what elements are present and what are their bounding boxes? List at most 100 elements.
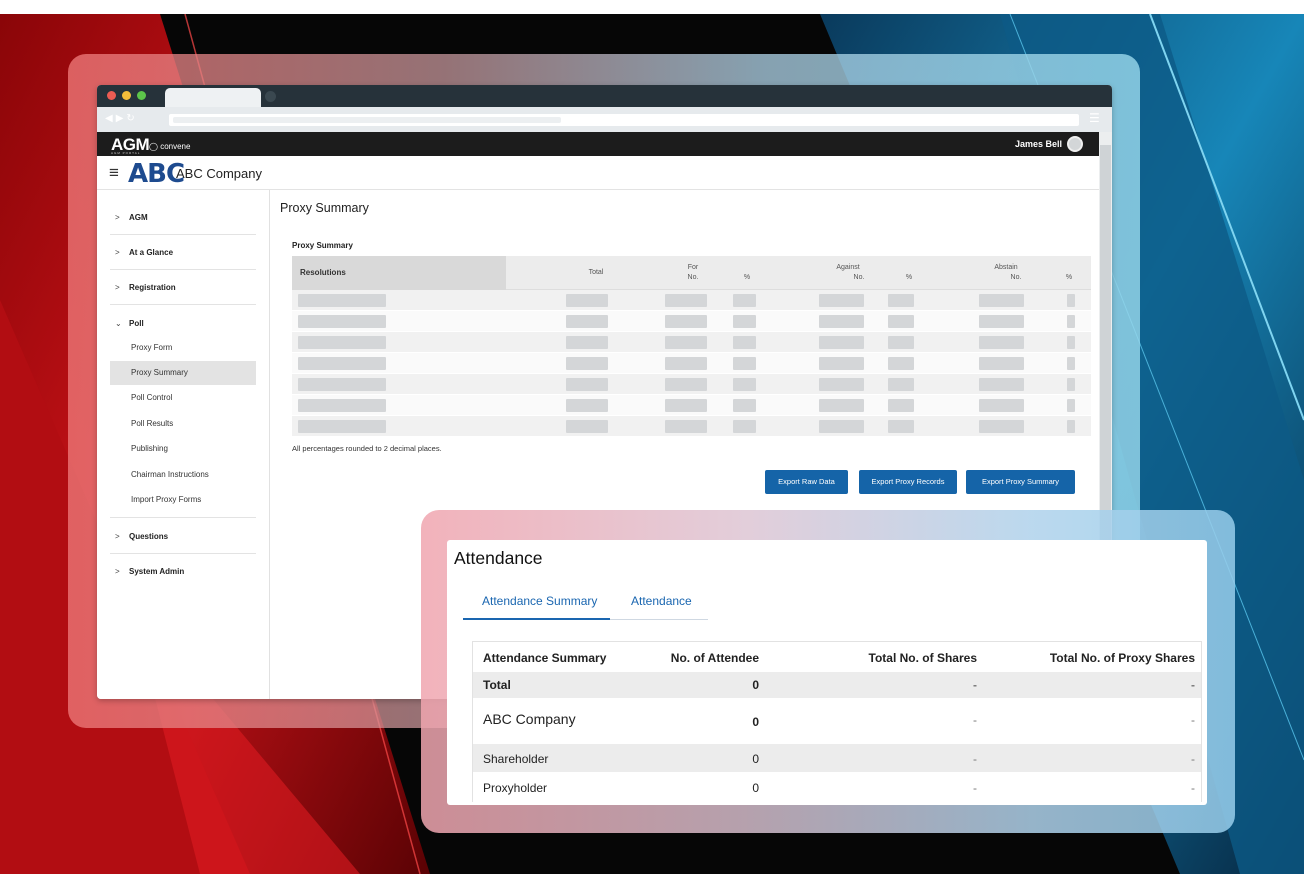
sidebar-item-import-proxy-forms[interactable]: Import Proxy Forms <box>110 488 256 512</box>
tab-attendance[interactable]: Attendance <box>631 594 692 608</box>
browser-nav-icons: ◀▶↻ <box>105 113 138 124</box>
shares-value: - <box>973 781 977 795</box>
placeholder-cell <box>566 336 608 349</box>
user-avatar-icon[interactable] <box>1067 136 1083 152</box>
sidebar-item-poll-control[interactable]: Poll Control <box>110 386 256 410</box>
placeholder-cell <box>665 315 707 328</box>
sidebar-item-chairman-instructions[interactable]: Chairman Instructions <box>110 463 256 487</box>
user-name[interactable]: James Bell <box>1015 139 1062 149</box>
table-row <box>292 311 1091 332</box>
table-header: Resolutions Total For No. % Against No. … <box>292 256 1091 290</box>
sidebar-group-agm[interactable]: > AGM <box>115 213 148 222</box>
window-close-dot[interactable] <box>107 91 116 100</box>
placeholder-cell <box>665 420 707 433</box>
col-against-pct: % <box>905 274 913 281</box>
sidebar-group-system-admin[interactable]: > System Admin <box>115 567 184 576</box>
table-title: Proxy Summary <box>292 241 353 250</box>
col-resolutions: Resolutions <box>292 256 506 290</box>
row-label: Proxyholder <box>483 781 548 795</box>
shares-value: - <box>973 752 977 766</box>
placeholder-cell <box>1067 315 1075 328</box>
placeholder-cell <box>979 336 1024 349</box>
sidebar-group-at-a-glance[interactable]: > At a Glance <box>115 248 173 257</box>
col-against: Against <box>836 264 860 271</box>
table-row <box>292 395 1091 416</box>
placeholder-cell <box>298 420 386 433</box>
table-row <box>292 290 1091 311</box>
export-raw-data-button[interactable]: Export Raw Data <box>765 470 848 494</box>
sidebar-group-poll[interactable]: ⌄ Poll <box>115 319 144 328</box>
placeholder-cell <box>888 294 914 307</box>
row-label: Shareholder <box>483 752 549 766</box>
placeholder-cell <box>566 399 608 412</box>
proxy-shares-value: - <box>1191 752 1195 766</box>
placeholder-cell <box>1067 336 1075 349</box>
browser-tab[interactable] <box>165 88 261 107</box>
new-tab-button[interactable] <box>265 91 276 102</box>
browser-menu-icon[interactable]: ☰ <box>1089 111 1100 125</box>
proxy-shares-value: - <box>1191 713 1195 727</box>
sidebar-item-proxy-summary[interactable]: Proxy Summary <box>110 361 256 385</box>
placeholder-cell <box>665 399 707 412</box>
app-logo-tagline: AGM PORTAL <box>111 151 141 155</box>
chevron-right-icon: > <box>115 213 120 222</box>
col-abstain-no: No. <box>1010 274 1022 281</box>
placeholder-cell <box>1067 399 1075 412</box>
window-maximize-dot[interactable] <box>137 91 146 100</box>
back-arrow-icon[interactable]: ◀ <box>105 113 116 124</box>
shares-value: - <box>973 678 977 692</box>
placeholder-cell <box>979 357 1024 370</box>
placeholder-cell <box>733 315 756 328</box>
placeholder-cell <box>298 336 386 349</box>
app-logo-sub: ◯ convene <box>149 142 191 151</box>
placeholder-cell <box>819 399 864 412</box>
sidebar-divider <box>110 269 256 270</box>
sidebar-item-poll-results[interactable]: Poll Results <box>110 412 256 436</box>
placeholder-cell <box>566 420 608 433</box>
table-row: ABC Company 0 - - <box>473 699 1201 744</box>
col-abstain-pct: % <box>1065 274 1073 281</box>
col-total: Total <box>588 269 604 276</box>
sidebar-item-publishing[interactable]: Publishing <box>110 437 256 461</box>
placeholder-cell <box>665 378 707 391</box>
sidebar-group-label: AGM <box>129 213 148 222</box>
placeholder-cell <box>888 357 914 370</box>
attendee-count: 0 <box>752 781 759 795</box>
app-header <box>97 132 1099 156</box>
col-for-pct: % <box>743 274 751 281</box>
sidebar-item-proxy-form[interactable]: Proxy Form <box>110 336 256 360</box>
placeholder-cell <box>819 378 864 391</box>
placeholder-cell <box>979 315 1024 328</box>
tab-attendance-summary[interactable]: Attendance Summary <box>482 594 597 608</box>
placeholder-cell <box>819 357 864 370</box>
placeholder-cell <box>298 294 386 307</box>
url-field[interactable] <box>169 114 1079 126</box>
table-row <box>292 353 1091 374</box>
proxy-shares-value: - <box>1191 678 1195 692</box>
shares-value: - <box>973 713 977 727</box>
placeholder-cell <box>733 294 756 307</box>
placeholder-cell <box>566 294 608 307</box>
hamburger-icon[interactable]: ≡ <box>109 163 119 183</box>
reload-icon[interactable]: ↻ <box>126 113 137 124</box>
attendee-count: 0 <box>752 752 759 766</box>
active-tab-underline <box>463 618 610 620</box>
table-header: Attendance Summary No. of Attendee Total… <box>473 642 1201 672</box>
placeholder-cell <box>566 357 608 370</box>
forward-arrow-icon[interactable]: ▶ <box>116 113 127 124</box>
sidebar-group-registration[interactable]: > Registration <box>115 283 176 292</box>
placeholder-cell <box>298 315 386 328</box>
placeholder-cell <box>888 315 914 328</box>
sidebar-group-questions[interactable]: > Questions <box>115 532 168 541</box>
placeholder-cell <box>979 399 1024 412</box>
window-minimize-dot[interactable] <box>122 91 131 100</box>
export-proxy-summary-button[interactable]: Export Proxy Summary <box>966 470 1075 494</box>
col-total-proxy-shares: Total No. of Proxy Shares <box>1049 651 1195 665</box>
placeholder-cell <box>1067 294 1075 307</box>
table-row <box>292 416 1091 437</box>
attendee-count: 0 <box>752 715 759 729</box>
export-proxy-records-button[interactable]: Export Proxy Records <box>859 470 957 494</box>
col-no-of-attendee: No. of Attendee <box>670 651 759 665</box>
url-text-placeholder <box>173 117 561 123</box>
col-attendance-summary: Attendance Summary <box>483 651 607 665</box>
